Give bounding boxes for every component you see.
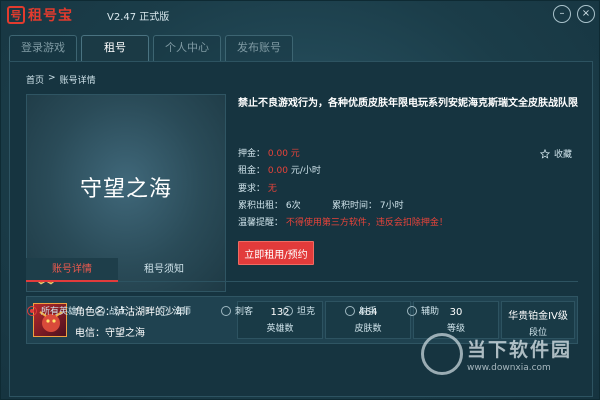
filter-all-heroes[interactable]: 所有英雄	[27, 304, 77, 317]
radio-selected-icon	[27, 305, 37, 316]
stat-label: 英雄数	[266, 324, 294, 334]
title-bar: 号 租号宝 V2.47 正式版 – ×	[1, 1, 600, 29]
warning-text: 不得使用第三方软件，违反会扣除押金！	[285, 218, 448, 228]
listing-headline: 禁止不良游戏行为，各种优质皮肤年限电玩系列安妮海克斯瑞文全皮肤战队限定…	[238, 98, 578, 109]
tab-rental-notes[interactable]: 租号须知	[118, 258, 210, 282]
stat-label: 皮肤数	[354, 324, 382, 334]
breadcrumb-current: 账号详情	[59, 76, 96, 86]
total-rented-value: 6次	[285, 201, 301, 211]
requirement-label: 要求：	[238, 184, 266, 194]
watermark-url: www.downxia.com	[467, 363, 551, 373]
filter-label: 所有英雄	[41, 307, 78, 317]
rental-history-row: 累积出租： 6次	[238, 198, 301, 211]
minimize-button[interactable]: –	[553, 5, 571, 23]
server-banner-title: 守望之海	[79, 177, 172, 202]
character-server: 电信：守望之海	[75, 324, 145, 339]
tab-login-game[interactable]: 登录游戏	[9, 35, 77, 61]
filter-label: 射手	[359, 307, 378, 317]
deposit-row: 押金： 0.00 元	[238, 146, 300, 159]
server-value: 守望之海	[105, 328, 145, 339]
breadcrumb-home[interactable]: 首页	[26, 73, 44, 86]
rent-label: 租金：	[238, 166, 266, 176]
filter-label: 坦克	[297, 307, 316, 317]
total-rented-label: 累积出租：	[238, 201, 284, 211]
star-icon	[540, 148, 550, 159]
rent-value: 0.00	[267, 166, 288, 176]
filter-label: 法师	[173, 307, 192, 317]
rent-unit: 元/小时	[290, 166, 321, 176]
radio-icon	[159, 305, 169, 316]
filter-fighter[interactable]: 战士	[95, 304, 127, 317]
app-logo: 号 租号宝	[7, 5, 73, 25]
detail-tabs: 账号详情 租号须知	[26, 258, 578, 282]
app-version: V2.47 正式版	[107, 12, 170, 23]
radio-icon	[95, 305, 105, 316]
logo-text: 租号宝	[28, 8, 73, 24]
filter-marksman[interactable]: 射手	[345, 304, 377, 317]
breadcrumb-separator: >	[48, 73, 56, 83]
favorite-button[interactable]: 收藏	[540, 147, 572, 160]
logo-mark-icon: 号	[7, 6, 25, 24]
tab-personal-center[interactable]: 个人中心	[153, 35, 221, 61]
rent-row: 租金： 0.00 元/小时	[238, 163, 321, 176]
radio-icon	[345, 305, 355, 316]
filter-label: 战士	[109, 307, 128, 317]
app-window: 号 租号宝 V2.47 正式版 – × 登录游戏 租号 个人中心 发布账号 首页…	[0, 0, 600, 400]
tab-account-details[interactable]: 账号详情	[26, 258, 118, 282]
requirement-row: 要求： 无	[238, 181, 277, 194]
tab-rent-account[interactable]: 租号	[81, 35, 149, 61]
total-time-value: 7小时	[379, 201, 404, 211]
stat-value: 华贵铂金IV级	[508, 311, 568, 322]
filter-label: 刺客	[235, 307, 254, 317]
rental-time-row: 累积时间： 7小时	[332, 198, 404, 211]
warning-label: 温馨提醒：	[238, 218, 284, 228]
total-time-label: 累积时间：	[332, 201, 378, 211]
filter-label: 辅助	[421, 307, 440, 317]
main-tabs: 登录游戏 租号 个人中心 发布账号	[9, 35, 293, 61]
radio-icon	[407, 305, 417, 316]
radio-icon	[221, 305, 231, 316]
requirement-value: 无	[267, 184, 277, 194]
deposit-label: 押金：	[238, 149, 266, 159]
watermark: 当下软件园 www.downxia.com	[421, 327, 597, 397]
tab-publish-account[interactable]: 发布账号	[225, 35, 293, 61]
watermark-text: 当下软件园	[467, 339, 573, 361]
filter-tank[interactable]: 坦克	[283, 304, 315, 317]
filter-assassin[interactable]: 刺客	[221, 304, 253, 317]
watermark-logo-icon	[421, 333, 463, 375]
warning-row: 温馨提醒： 不得使用第三方软件，违反会扣除押金！	[238, 215, 448, 228]
server-label: 电信：	[75, 328, 105, 339]
listing-info: 禁止不良游戏行为，各种优质皮肤年限电玩系列安妮海克斯瑞文全皮肤战队限定… 押金：…	[238, 94, 578, 265]
filter-support[interactable]: 辅助	[407, 304, 439, 317]
filter-mage[interactable]: 法师	[159, 304, 191, 317]
close-button[interactable]: ×	[577, 5, 595, 23]
breadcrumb: 首页 > 账号详情	[26, 73, 96, 86]
deposit-value: 0.00 元	[267, 149, 300, 159]
favorite-label: 收藏	[554, 150, 573, 160]
radio-icon	[283, 305, 293, 316]
